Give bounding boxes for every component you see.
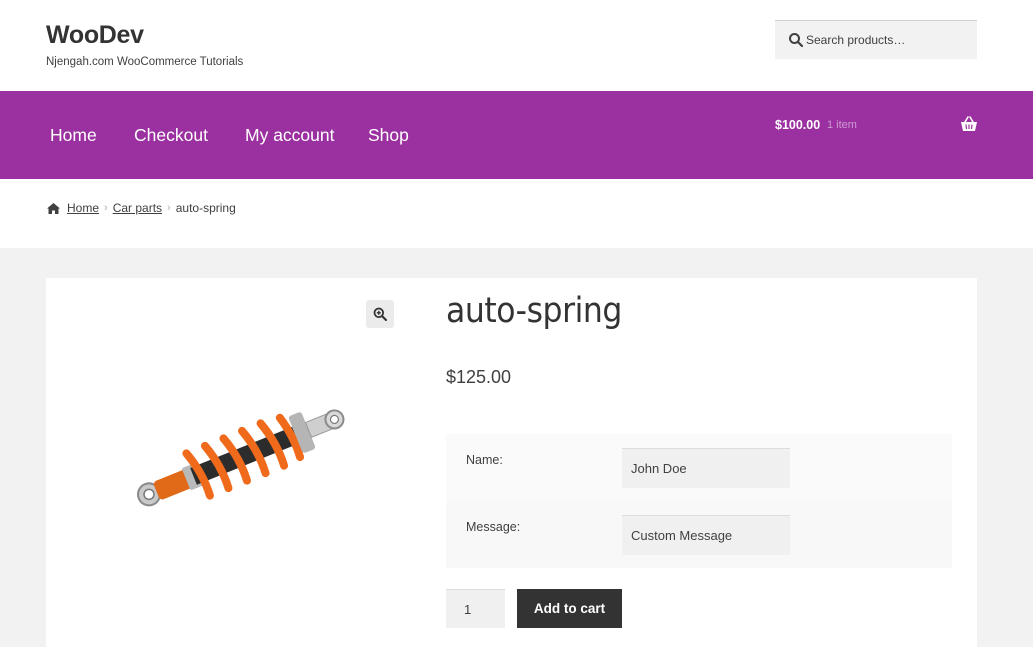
name-field[interactable] [622,448,790,488]
breadcrumb-bar: Home › Car parts › auto-spring [0,179,1033,248]
cart-amount[interactable]: $100.00 [775,118,820,132]
breadcrumb-separator: › [167,202,171,214]
site-header: WooDev Njengah.com WooCommerce Tutorials [0,0,1033,91]
product-gallery [46,278,412,647]
product-card: auto-spring $125.00 Name: Message: Add t… [46,278,977,647]
site-tagline: Njengah.com WooCommerce Tutorials [46,56,244,68]
addon-label: Name: [466,453,503,467]
breadcrumb-current: auto-spring [175,201,236,215]
primary-navigation: Home Checkout My account Shop $100.00 1 … [0,91,1033,179]
breadcrumb-category-link[interactable]: Car parts [113,201,162,215]
nav-item-checkout[interactable]: Checkout [134,125,208,146]
nav-item-my-account[interactable]: My account [245,125,334,146]
site-title[interactable]: WooDev [46,21,144,50]
nav-item-shop[interactable]: Shop [368,125,409,146]
basket-icon[interactable] [960,116,978,132]
zoom-in-icon [373,307,387,321]
home-icon [47,202,60,214]
cart-count[interactable]: 1 item [827,119,857,131]
addon-label: Message: [466,520,521,534]
breadcrumb-separator: › [104,202,108,214]
nav-item-home[interactable]: Home [50,125,97,146]
addon-row-message: Message: [446,501,952,568]
shock-absorber-image[interactable] [118,398,358,508]
quantity-input[interactable] [446,589,505,628]
search-box [775,20,977,59]
add-to-cart-button[interactable]: Add to cart [517,589,622,628]
search-icon [789,33,804,48]
message-field[interactable] [622,515,790,555]
breadcrumb: Home › Car parts › auto-spring [46,201,236,215]
product-price: $125.00 [446,367,512,387]
zoom-button[interactable] [366,300,394,328]
breadcrumb-home-link[interactable]: Home [67,201,99,215]
product-title: auto-spring [446,291,622,331]
search-input[interactable] [806,21,971,59]
product-addons: Name: Message: [446,434,952,568]
addon-row-name: Name: [446,434,952,501]
